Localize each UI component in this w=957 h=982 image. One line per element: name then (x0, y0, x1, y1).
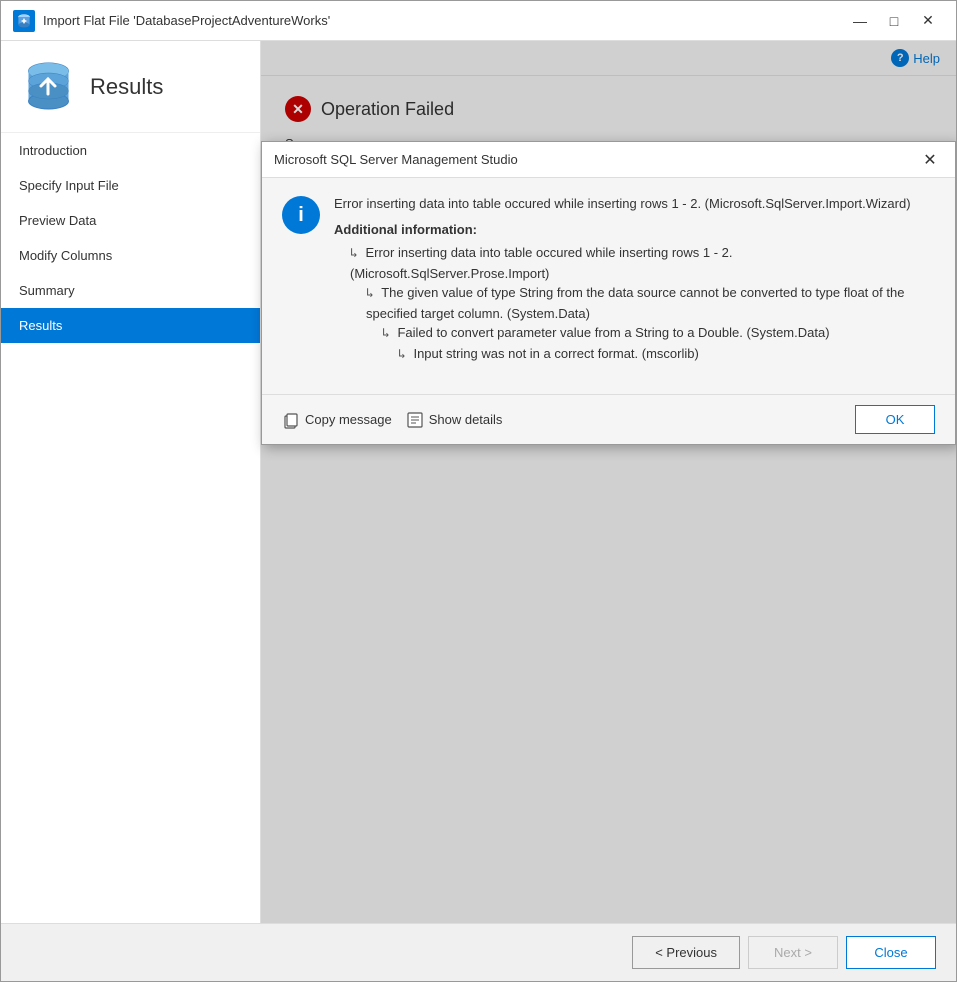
previous-button[interactable]: < Previous (632, 936, 740, 969)
modal-overlay: Microsoft SQL Server Management Studio ✕… (261, 41, 956, 923)
sidebar-item-modify-columns[interactable]: Modify Columns (1, 238, 260, 273)
modal-error-level1: ↳ Error inserting data into table occure… (334, 243, 935, 283)
content-area: Results Introduction Specify Input File … (1, 41, 956, 923)
close-button[interactable]: Close (846, 936, 936, 969)
header-section: Results (1, 41, 260, 133)
show-details-link[interactable]: Show details (406, 411, 503, 429)
copy-icon (282, 411, 300, 429)
sidebar-item-summary[interactable]: Summary (1, 273, 260, 308)
modal-title: Microsoft SQL Server Management Studio (274, 152, 917, 167)
modal-error-text: Error inserting data into table occured … (334, 194, 935, 364)
sidebar-nav: Introduction Specify Input File Preview … (1, 133, 260, 923)
modal-body: i Error inserting data into table occure… (262, 178, 955, 394)
modal-footer-actions: Copy message Show details (282, 411, 839, 429)
modal-additional-info-label: Additional information: (334, 220, 935, 240)
close-window-button[interactable]: ✕ (912, 7, 944, 35)
modal-error-main: Error inserting data into table occured … (334, 194, 935, 214)
sidebar-item-results[interactable]: Results (1, 308, 260, 343)
modal-titlebar: Microsoft SQL Server Management Studio ✕ (262, 142, 955, 178)
db-icon-wrap (21, 59, 76, 114)
copy-message-link[interactable]: Copy message (282, 411, 392, 429)
modal-close-button[interactable]: ✕ (917, 147, 943, 173)
details-icon (406, 411, 424, 429)
modal-ok-button[interactable]: OK (855, 405, 935, 434)
modal-footer: Copy message Show details (262, 394, 955, 444)
minimize-button[interactable]: — (844, 7, 876, 35)
footer: < Previous Next > Close (1, 923, 956, 981)
modal-error-level2: ↳ The given value of type String from th… (334, 283, 935, 323)
modal-dialog: Microsoft SQL Server Management Studio ✕… (261, 141, 956, 445)
next-button[interactable]: Next > (748, 936, 838, 969)
window-controls: — □ ✕ (844, 7, 944, 35)
maximize-button[interactable]: □ (878, 7, 910, 35)
main-panel: ? Help ✕ Operation Failed Summary: Name (261, 41, 956, 923)
sidebar-item-preview-data[interactable]: Preview Data (1, 203, 260, 238)
app-icon (13, 10, 35, 32)
sidebar-item-specify-input-file[interactable]: Specify Input File (1, 168, 260, 203)
page-title: Results (90, 74, 163, 100)
main-window: Import Flat File 'DatabaseProjectAdventu… (0, 0, 957, 982)
modal-info-row: i Error inserting data into table occure… (282, 194, 935, 364)
modal-error-level4: ↳ Input string was not in a correct form… (334, 344, 935, 365)
modal-error-level3: ↳ Failed to convert parameter value from… (334, 323, 935, 344)
info-icon: i (282, 196, 320, 234)
sidebar: Results Introduction Specify Input File … (1, 41, 261, 923)
window-title: Import Flat File 'DatabaseProjectAdventu… (43, 13, 844, 28)
titlebar: Import Flat File 'DatabaseProjectAdventu… (1, 1, 956, 41)
sidebar-item-introduction[interactable]: Introduction (1, 133, 260, 168)
